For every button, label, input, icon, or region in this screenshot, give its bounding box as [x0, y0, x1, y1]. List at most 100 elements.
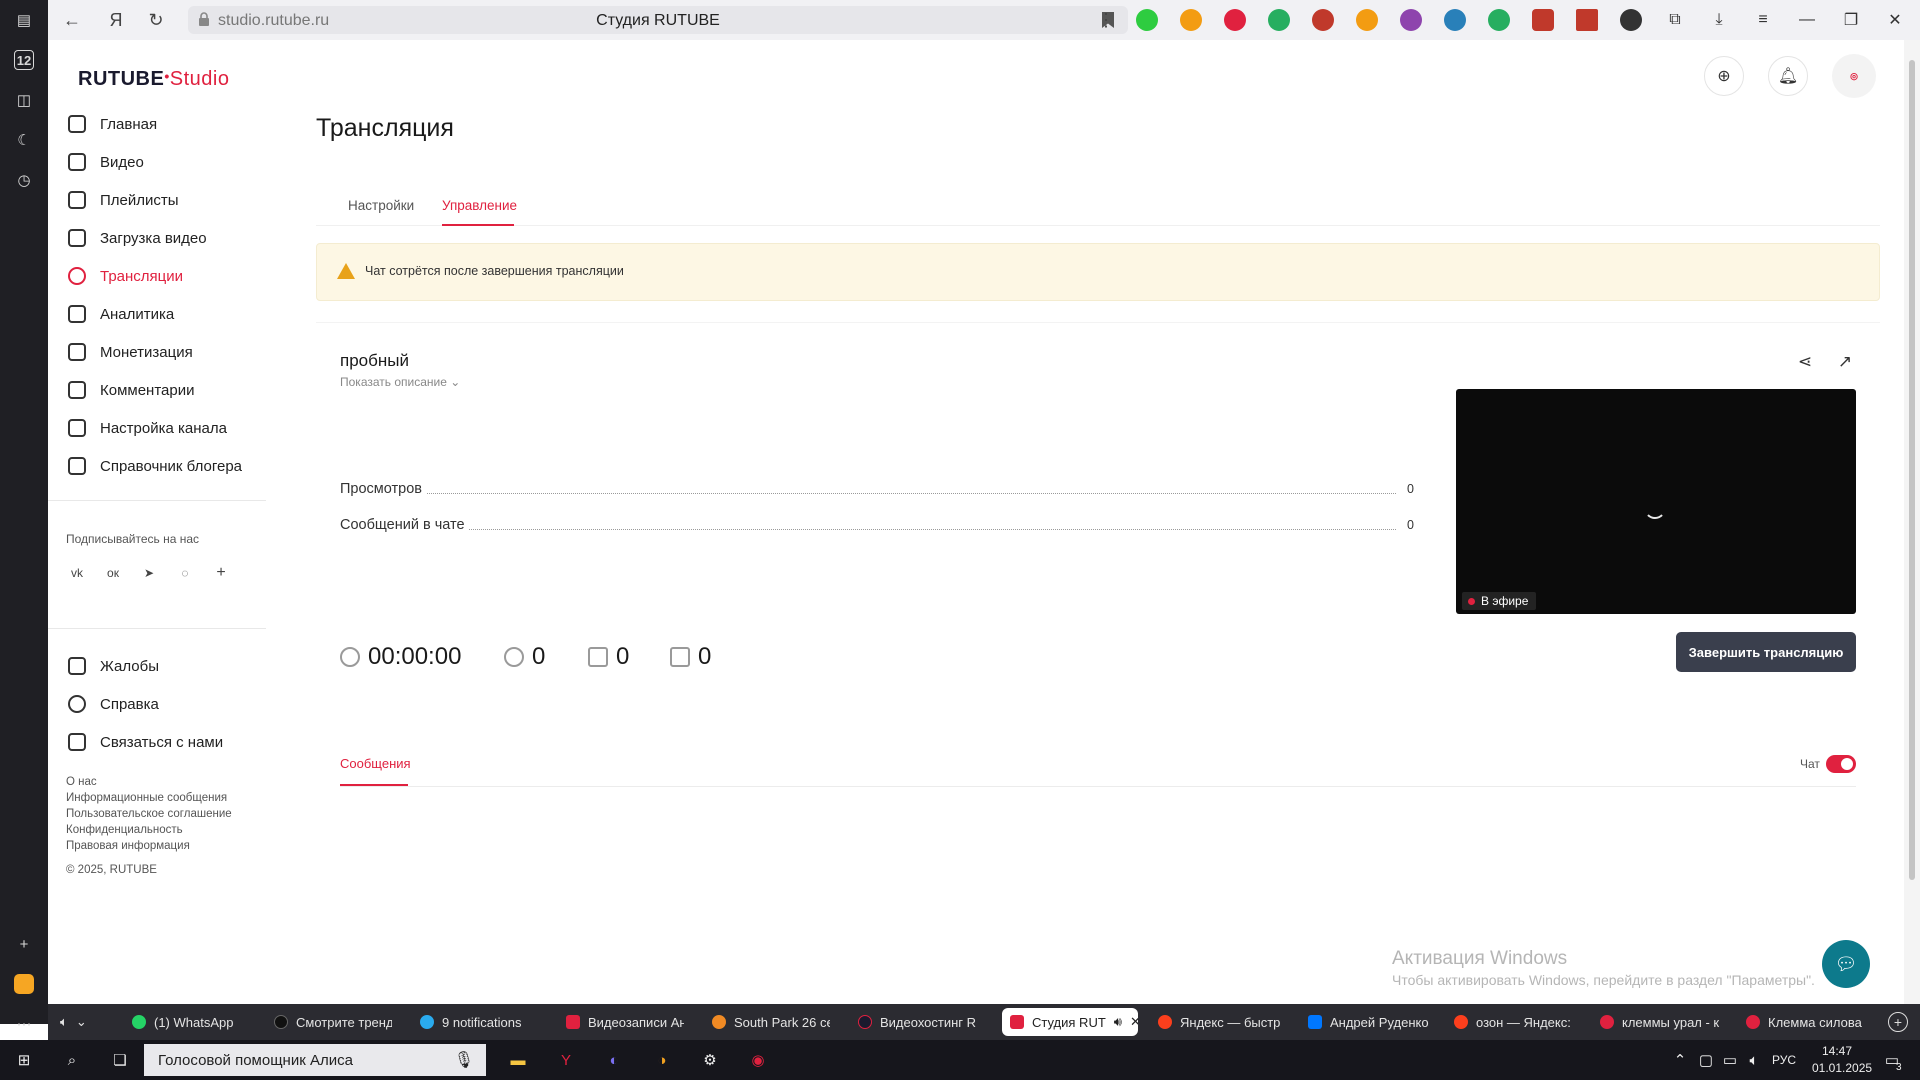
extension-icon[interactable] [1268, 9, 1290, 31]
network-icon[interactable]: ▭ [1718, 1048, 1742, 1072]
windows-start-icon[interactable]: ⊞ [12, 1048, 36, 1072]
file-explorer-icon[interactable]: ▬ [506, 1048, 530, 1072]
sidebar-item-playlists[interactable]: Плейлисты [68, 188, 179, 212]
browser-tab[interactable]: Видеохостинг RU [850, 1008, 976, 1036]
sidebar-item-monetization[interactable]: Монетизация [68, 340, 193, 364]
screenshot-icon[interactable]: ◫ [12, 88, 36, 112]
search-icon[interactable]: ⌕ [60, 1048, 84, 1072]
video-player[interactable]: В эфире [1456, 389, 1856, 614]
share-icon[interactable]: ⋖ [1794, 351, 1816, 373]
collections-icon[interactable]: ▤ [12, 8, 36, 32]
tab-messages[interactable]: Сообщения [340, 756, 411, 771]
minimize-icon[interactable]: — [1796, 9, 1818, 31]
extension-icon[interactable] [1444, 9, 1466, 31]
end-broadcast-button[interactable]: Завершить трансляцию [1676, 632, 1856, 672]
new-tab-button[interactable]: + [1888, 1012, 1908, 1032]
browser-tab[interactable]: 9 notifications [412, 1008, 538, 1036]
browser-tab[interactable]: South Park 26 се [704, 1008, 830, 1036]
extension-icon[interactable] [1180, 9, 1202, 31]
footer-link-about[interactable]: О нас [66, 776, 97, 788]
sidebar-item-video[interactable]: Видео [68, 150, 144, 174]
alice-voice-assistant[interactable]: Голосовой помощник Алиса 🎙︎ [144, 1044, 486, 1076]
app-icon[interactable]: ◉ [746, 1048, 770, 1072]
avatar[interactable]: ◎ [1832, 54, 1876, 98]
close-window-icon[interactable]: ✕ [1884, 9, 1906, 31]
sidebar-item-complaints[interactable]: Жалобы [68, 654, 159, 678]
tab-settings[interactable]: Настройки [348, 198, 414, 213]
browser-tab-active[interactable]: Студия RUT 🔊︎ ✕ [1002, 1008, 1138, 1036]
extensions-icon[interactable]: ⧉ [1664, 9, 1686, 31]
add-panel-icon[interactable]: + [12, 932, 36, 956]
clock-time[interactable]: 14:47 [1822, 1044, 1852, 1058]
sidebar-item-contact[interactable]: Связаться с нами [68, 730, 223, 754]
reload-icon[interactable]: ↻ [144, 8, 168, 32]
input-language[interactable]: РУС [1772, 1053, 1796, 1067]
sidebar-item-channel-settings[interactable]: Настройка канала [68, 416, 227, 440]
browser-tab[interactable]: (1) WhatsApp [124, 1008, 246, 1036]
extension-icon[interactable] [1400, 9, 1422, 31]
back-icon[interactable]: ← [60, 8, 84, 32]
browser-tab[interactable]: озон — Яндекс: [1446, 1008, 1576, 1036]
yandex-icon[interactable]: Я [104, 8, 128, 32]
restore-icon[interactable]: ❐ [1840, 9, 1862, 31]
tray-chevron-icon[interactable]: ⌃ [1668, 1048, 1692, 1072]
scrollbar[interactable] [1904, 40, 1920, 1004]
footer-link-privacy[interactable]: Конфиденциальность [66, 824, 183, 836]
add-content-button[interactable]: ⊕ [1704, 56, 1744, 96]
downloads-icon[interactable]: ⤓ [1708, 9, 1730, 31]
external-link-icon[interactable]: ↗ [1834, 351, 1856, 373]
browser-tab[interactable]: Клемма силова [1738, 1008, 1868, 1036]
ok-icon[interactable]: ок [102, 562, 124, 584]
sidebar-item-broadcasts[interactable]: Трансляции [68, 264, 183, 288]
show-description-toggle[interactable]: Показать описание ⌄ [340, 375, 460, 389]
download-helper-icon[interactable] [1488, 9, 1510, 31]
scrollbar-thumb[interactable] [1909, 60, 1915, 880]
vk-icon[interactable]: vk [66, 562, 88, 584]
sidebar-item-comments[interactable]: Комментарии [68, 378, 194, 402]
sidebar-item-help[interactable]: Справка [68, 692, 159, 716]
telegram-icon[interactable]: ➤ [138, 562, 160, 584]
night-mode-icon[interactable]: ☾ [12, 128, 36, 152]
extension-icon[interactable] [1136, 9, 1158, 31]
app-icon[interactable]: ◐ [602, 1048, 626, 1072]
sidebar-item-blogger-guide[interactable]: Справочник блогера [68, 454, 242, 478]
sidebar-item-analytics[interactable]: Аналитика [68, 302, 174, 326]
notifications-button[interactable]: 🔔︎ [1768, 56, 1808, 96]
app-icon[interactable] [12, 972, 36, 996]
address-bar[interactable]: studio.rutube.ru Студия RUTUBE [188, 6, 1128, 34]
footer-link-legal[interactable]: Правовая информация [66, 840, 190, 852]
player-icon[interactable] [1620, 9, 1642, 31]
youtube-icon[interactable] [1532, 9, 1554, 31]
close-tab-icon[interactable]: ✕ [1130, 1014, 1138, 1030]
history-icon[interactable]: ◷ [12, 168, 36, 192]
more-icon[interactable]: ⋯ [12, 1012, 36, 1036]
menu-dots-icon[interactable]: ⋮ [1094, 8, 1118, 32]
adblock-icon[interactable] [1224, 9, 1246, 31]
browser-tab[interactable]: Смотрите тренд [266, 1008, 392, 1036]
tab-counter-icon[interactable]: 12 [12, 48, 36, 72]
support-chat-button[interactable]: 💬︎ [1822, 940, 1870, 988]
rutube-studio-logo[interactable]: RUTUBE•Studio [78, 68, 229, 91]
app-icon[interactable]: ◑ [650, 1048, 674, 1072]
audio-icon[interactable] [1576, 9, 1598, 31]
browser-tab[interactable]: Яндекс — быстр [1150, 1008, 1280, 1036]
sidebar-item-home[interactable]: Главная [68, 112, 157, 136]
browser-tab[interactable]: Андрей Руденко [1300, 1008, 1430, 1036]
extension-icon[interactable] [1312, 9, 1334, 31]
footer-link-terms[interactable]: Пользовательское соглашение [66, 808, 232, 820]
tab-audio[interactable]: 🔈︎ ⌄ [52, 1008, 102, 1036]
volume-icon[interactable]: 🔈︎ [1742, 1048, 1766, 1072]
settings-gear-icon[interactable]: ⚙ [698, 1048, 722, 1072]
task-view-icon[interactable]: ❏ [108, 1048, 132, 1072]
chat-toggle[interactable] [1826, 755, 1856, 773]
sidebar-item-upload[interactable]: Загрузка видео [68, 226, 207, 250]
clock-date[interactable]: 01.01.2025 [1812, 1061, 1872, 1075]
viber-icon[interactable]: ◌ [174, 562, 196, 584]
meet-now-icon[interactable]: ▢ [1694, 1048, 1718, 1072]
extension-icon[interactable] [1356, 9, 1378, 31]
browser-tab[interactable]: клеммы урал - к [1592, 1008, 1722, 1036]
browser-tab[interactable]: Видеозаписи Ан [558, 1008, 684, 1036]
yandex-browser-icon[interactable]: Y [554, 1048, 578, 1072]
browser-menu-icon[interactable]: ≡ [1752, 9, 1774, 31]
more-social-icon[interactable]: + [210, 562, 232, 584]
